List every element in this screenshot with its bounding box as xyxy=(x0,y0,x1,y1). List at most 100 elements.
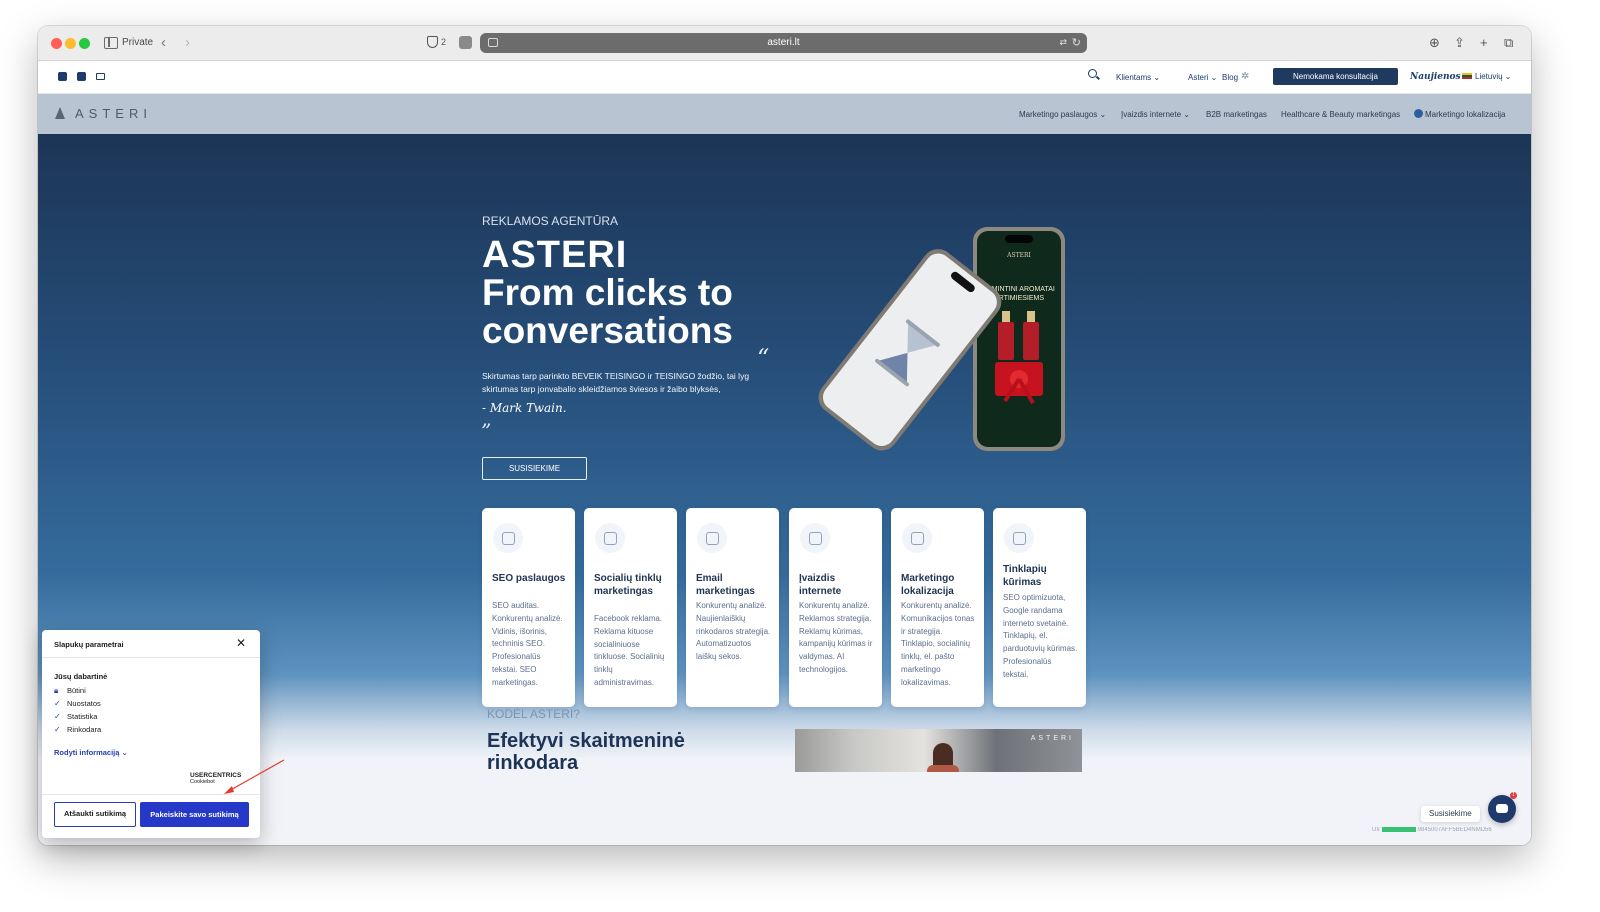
mail-icon[interactable] xyxy=(96,73,105,80)
search-icon[interactable] xyxy=(1088,69,1097,78)
consent-label: Nuostatos xyxy=(67,699,101,708)
nav-marketingo-lokalizacija[interactable]: Marketingo lokalizacija xyxy=(1425,110,1505,119)
change-consent-button[interactable]: Pakeiskite savo sutikimą xyxy=(140,802,249,827)
close-window-icon[interactable] xyxy=(51,38,62,49)
service-card-localization[interactable]: Marketingo lokalizacija Konkurentų anali… xyxy=(891,508,984,707)
nav-b2b-marketingas[interactable]: B2B marketingas xyxy=(1206,110,1267,119)
lithuania-flag-icon xyxy=(1462,73,1472,79)
extension-icon[interactable] xyxy=(459,36,472,49)
consent-preferences: ✓ Nuostatos xyxy=(54,699,101,710)
consent-label: Būtini xyxy=(67,686,86,695)
hero-title-line-2: From clicks to xyxy=(482,272,733,313)
consent-necessary: 🔒︎ Būtini xyxy=(54,686,86,697)
reload-icon[interactable]: ↻ xyxy=(1072,36,1081,49)
hero-title-line-3: conversations xyxy=(482,310,733,351)
phones-illustration: ASTERI ĮSIMINTINI AROMATAI ARTIMIESIEMS xyxy=(818,227,1065,451)
main-navigation: ASTERI Marketingo paslaugos ⌄ Įvaizdis i… xyxy=(38,94,1531,134)
revoke-consent-button[interactable]: Atšaukti sutikimą xyxy=(54,802,136,827)
quote-close-mark: ” xyxy=(481,419,492,443)
cookie-header: Slapukų parametrai ✕ xyxy=(42,630,260,658)
contact-us-button[interactable]: SUSISIEKIME xyxy=(482,457,587,480)
quote-author: - Mark Twain. xyxy=(482,401,567,415)
why-eyebrow: KODĖL ASTERI? xyxy=(487,707,580,721)
service-title: Socialių tinklų marketingas xyxy=(594,573,662,597)
check-icon: ✓ xyxy=(54,712,61,721)
blog-icon: ✲ xyxy=(1241,71,1250,82)
uid-code: 9845007AFF5BED4NMD56 xyxy=(1417,827,1492,834)
service-title: SEO paslaugos xyxy=(492,573,566,584)
globe-icon xyxy=(1414,109,1423,118)
privacy-shield-icon[interactable] xyxy=(427,36,438,48)
hero-title: ASTERI From clicks to conversations xyxy=(482,236,822,350)
top-strip: Klientams ⌄ Asteri ⌄ Blog ✲ Nemokama kon… xyxy=(38,61,1531,94)
linkedin-icon[interactable] xyxy=(77,72,86,81)
free-consultation-button[interactable]: Nemokama konsultacija xyxy=(1273,68,1398,85)
address-bar[interactable]: asteri.lt ⇄ ↻ xyxy=(480,33,1087,53)
translate-icon[interactable]: ⇄ xyxy=(1059,37,1067,48)
quote-open-mark: “ xyxy=(757,344,770,372)
share-icon[interactable]: ⇪ xyxy=(1454,35,1465,51)
nav-marketingo-paslaugos[interactable]: Marketingo paslaugos ⌄ xyxy=(1019,110,1106,119)
facebook-icon[interactable] xyxy=(58,72,67,81)
service-description: Konkurentų analizė. Komunikacijos tonas … xyxy=(901,601,975,687)
lock-icon: 🔒︎ xyxy=(54,686,59,695)
hero-section: REKLAMOS AGENTŪRA ASTERI From clicks to … xyxy=(38,134,1531,845)
consent-label: Statistika xyxy=(67,712,98,721)
service-title: Įvaizdis internete xyxy=(799,573,842,597)
cookie-subtitle: Jūsų dabartinė xyxy=(54,672,108,681)
svg-text:ARTIMIESIEMS: ARTIMIESIEMS xyxy=(994,295,1044,302)
check-icon: ✓ xyxy=(54,699,61,708)
new-tab-icon[interactable]: + xyxy=(1480,35,1488,50)
brand-sub: Cookiebot xyxy=(190,779,215,785)
web-dev-icon xyxy=(1004,523,1034,553)
news-link[interactable]: Naujienos xyxy=(1410,72,1461,82)
browser-toolbar: Private ‹ › 2 asteri.lt ⇄ ↻ ⊕ ⇪ + ⧉ xyxy=(38,26,1531,61)
close-icon[interactable]: ✕ xyxy=(236,637,246,649)
service-card-web[interactable]: Tinklapių kūrimas SEO optimizuota, Googl… xyxy=(993,508,1086,707)
url-text[interactable]: asteri.lt xyxy=(480,37,1087,48)
uid-strip: UII 9845007AFF5BED4NMD56 xyxy=(1372,827,1499,835)
top-link-klientams[interactable]: Klientams ⌄ xyxy=(1116,73,1160,82)
nav-ivaizdis-internete[interactable]: Įvaizdis internete ⌄ xyxy=(1121,110,1190,119)
team-photo: ASTERI xyxy=(795,729,1082,772)
online-image-icon xyxy=(800,523,830,553)
service-description: SEO auditas. Konkurentų analizė. Vidinis… xyxy=(492,601,563,687)
forward-icon[interactable]: › xyxy=(185,34,190,51)
phone-perfume-ad: ASTERI ĮSIMINTINI AROMATAI ARTIMIESIEMS xyxy=(973,227,1065,451)
downloads-icon[interactable]: ⊕ xyxy=(1429,35,1440,51)
consent-statistics: ✓ Statistika xyxy=(54,712,97,723)
chat-icon[interactable] xyxy=(1488,795,1516,823)
uid-prefix: UII xyxy=(1372,827,1380,834)
show-details-link[interactable]: Rodyti informaciją ⌄ xyxy=(54,748,128,757)
nav-healthcare-beauty[interactable]: Healthcare & Beauty marketingas xyxy=(1281,110,1400,119)
show-details-label: Rodyti informaciją xyxy=(54,748,120,757)
minimize-window-icon[interactable] xyxy=(65,38,76,49)
cookie-divider xyxy=(42,794,260,795)
service-title: Marketingo lokalizacija xyxy=(901,573,955,597)
chat-label[interactable]: Susisiekime xyxy=(1421,806,1480,822)
zoom-window-icon[interactable] xyxy=(79,38,90,49)
site-logo[interactable]: ASTERI xyxy=(75,106,152,121)
service-description: SEO optimizuota, Google randama internet… xyxy=(1003,593,1078,679)
logo-icon[interactable] xyxy=(55,107,65,119)
person-figure xyxy=(927,743,959,772)
page-viewport: Klientams ⌄ Asteri ⌄ Blog ✲ Nemokama kon… xyxy=(38,61,1531,845)
top-link-blog[interactable]: Blog xyxy=(1222,73,1238,82)
top-link-asteri[interactable]: Asteri ⌄ xyxy=(1188,73,1217,82)
service-card-image[interactable]: Įvaizdis internete Konkurentų analizė. R… xyxy=(789,508,882,707)
email-icon xyxy=(697,523,727,553)
service-card-email[interactable]: Email marketingas Konkurentų analizė. Na… xyxy=(686,508,779,707)
service-description: Facebook reklama. Reklama kituose social… xyxy=(594,614,665,687)
back-icon[interactable]: ‹ xyxy=(161,34,166,51)
service-title: Email marketingas xyxy=(696,573,755,597)
service-card-seo[interactable]: SEO paslaugos SEO auditas. Konkurentų an… xyxy=(482,508,575,707)
tab-overview-icon[interactable]: ⧉ xyxy=(1504,35,1513,51)
sidebar-toggle-icon[interactable] xyxy=(104,37,118,49)
service-description: Konkurentų analizė. Naujienlaiškių rinko… xyxy=(696,601,771,662)
check-icon: ✓ xyxy=(54,725,61,734)
service-card-social[interactable]: Socialių tinklų marketingas Facebook rek… xyxy=(584,508,677,707)
language-selector[interactable]: Lietuvių ⌄ xyxy=(1475,72,1512,81)
cookiebot-logo: USERCENTRICS Cookiebot xyxy=(190,772,241,786)
consent-label: Rinkodara xyxy=(67,725,102,734)
hero-quote: Skirtumas tarp parinkto BEVEIK TEISINGO … xyxy=(482,371,750,394)
